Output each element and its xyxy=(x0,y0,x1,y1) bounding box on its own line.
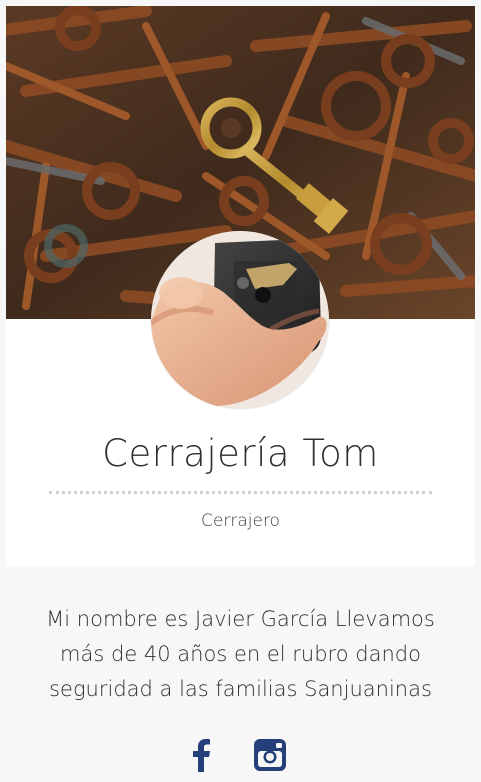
facebook-link[interactable] xyxy=(188,738,214,772)
profile-avatar xyxy=(151,231,329,409)
instagram-link[interactable] xyxy=(253,738,287,772)
name-divider xyxy=(49,491,432,494)
facebook-icon xyxy=(193,739,210,772)
social-links xyxy=(6,738,475,782)
hand-lock-image xyxy=(151,231,329,409)
about-text: Mi nombre es Javier García Llevamos más … xyxy=(46,607,435,701)
profile-name: Cerrajería Tom xyxy=(102,432,379,475)
about-section: Mi nombre es Javier García Llevamos más … xyxy=(6,566,475,777)
profile-card: Cerrajería Tom Cerrajero Mi nombre es Ja… xyxy=(6,6,475,777)
instagram-icon xyxy=(254,739,286,771)
profile-role: Cerrajero xyxy=(201,511,280,531)
